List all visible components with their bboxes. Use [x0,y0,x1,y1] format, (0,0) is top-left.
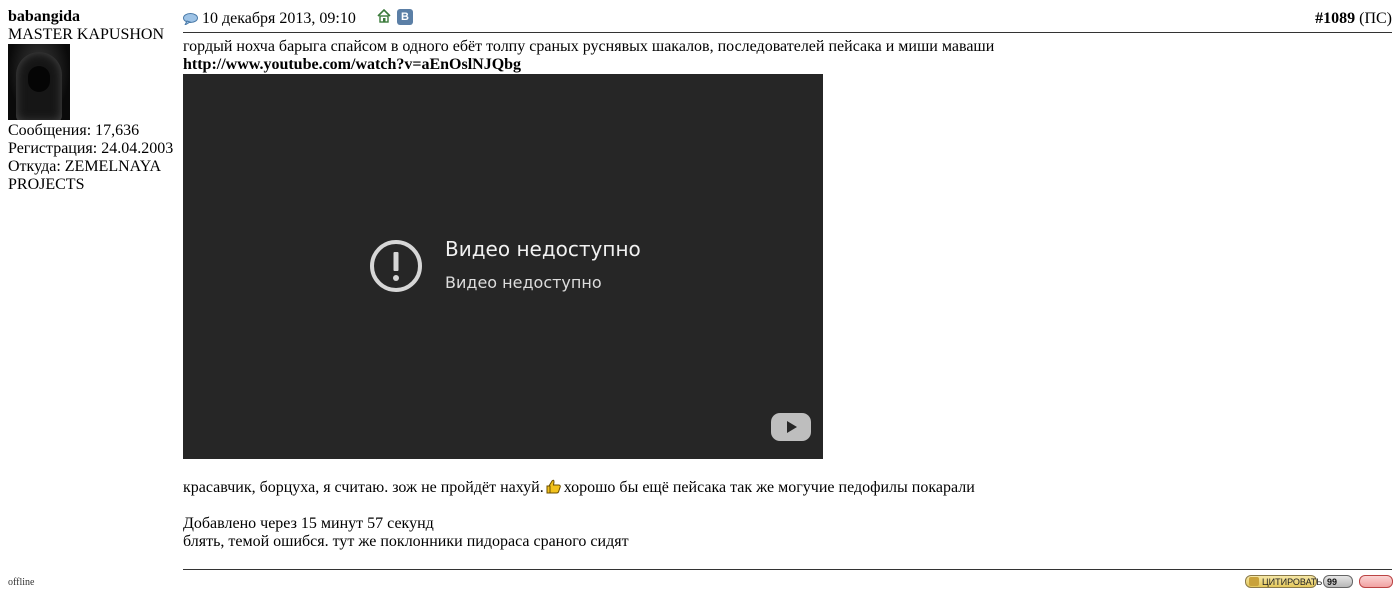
author-registration-date: Регистрация: 24.04.2003 [8,140,174,157]
post-header: 10 декабря 2013, 09:10 В #1089 (ПС) [183,8,1392,33]
avatar [8,44,70,120]
post-text: красавчик, борцуха, я считаю. зож не про… [183,479,975,499]
post-footer-divider [183,569,1392,570]
youtube-link[interactable]: http://www.youtube.com/watch?v=aEnOslNJQ… [183,56,521,74]
youtube-play-icon[interactable] [770,412,812,442]
post-number-value[interactable]: #1089 [1315,10,1355,27]
author-rank: MASTER KAPUSHON [8,26,165,43]
vk-icon[interactable]: В [397,9,413,25]
post-text-part: красавчик, борцуха, я считаю. зож не про… [183,479,544,496]
video-error-title: Видео недоступно [445,237,641,261]
post-text: блять, темой ошибся. тут же поклонники п… [183,533,629,550]
author-status: offline [8,577,35,588]
multiquote-button[interactable]: 99 [1323,575,1353,588]
quote-button-label: ЦИТИРОВАТЬ [1262,577,1323,587]
author-post-count: Сообщения: 17,636 [8,122,140,139]
post-added-notice: Добавлено через 15 минут 57 секунд [183,515,434,532]
reply-button[interactable] [1359,575,1393,588]
video-error-subtitle: Видео недоступно [445,273,602,292]
exclamation-circle-icon [370,240,422,292]
speech-bubble-icon [183,12,198,30]
author-location: Откуда: ZEMELNAYA PROJECTS [8,158,161,193]
post-text: гордый нохча барыга спайсом в одного ебё… [183,38,995,55]
post-number[interactable]: #1089 (ПС) [1315,10,1392,28]
post-number-suffix: (ПС) [1359,10,1392,27]
post-date: 10 декабря 2013, 09:10 [202,10,356,27]
embedded-video-player[interactable]: Видео недоступно Видео недоступно [183,74,823,459]
quote-button[interactable]: ЦИТИРОВАТЬ [1245,575,1322,588]
home-icon[interactable] [377,8,391,28]
post-text-part: хорошо бы ещё пейсака так же могучие пед… [563,479,975,496]
thumbs-up-smiley-icon [546,479,562,499]
quote-icon [1249,577,1259,586]
post-author-panel: babangida MASTER KAPUSHON Сообщения: 17,… [8,8,178,194]
avatar-face-shadow [28,66,50,92]
author-username[interactable]: babangida [8,8,178,26]
